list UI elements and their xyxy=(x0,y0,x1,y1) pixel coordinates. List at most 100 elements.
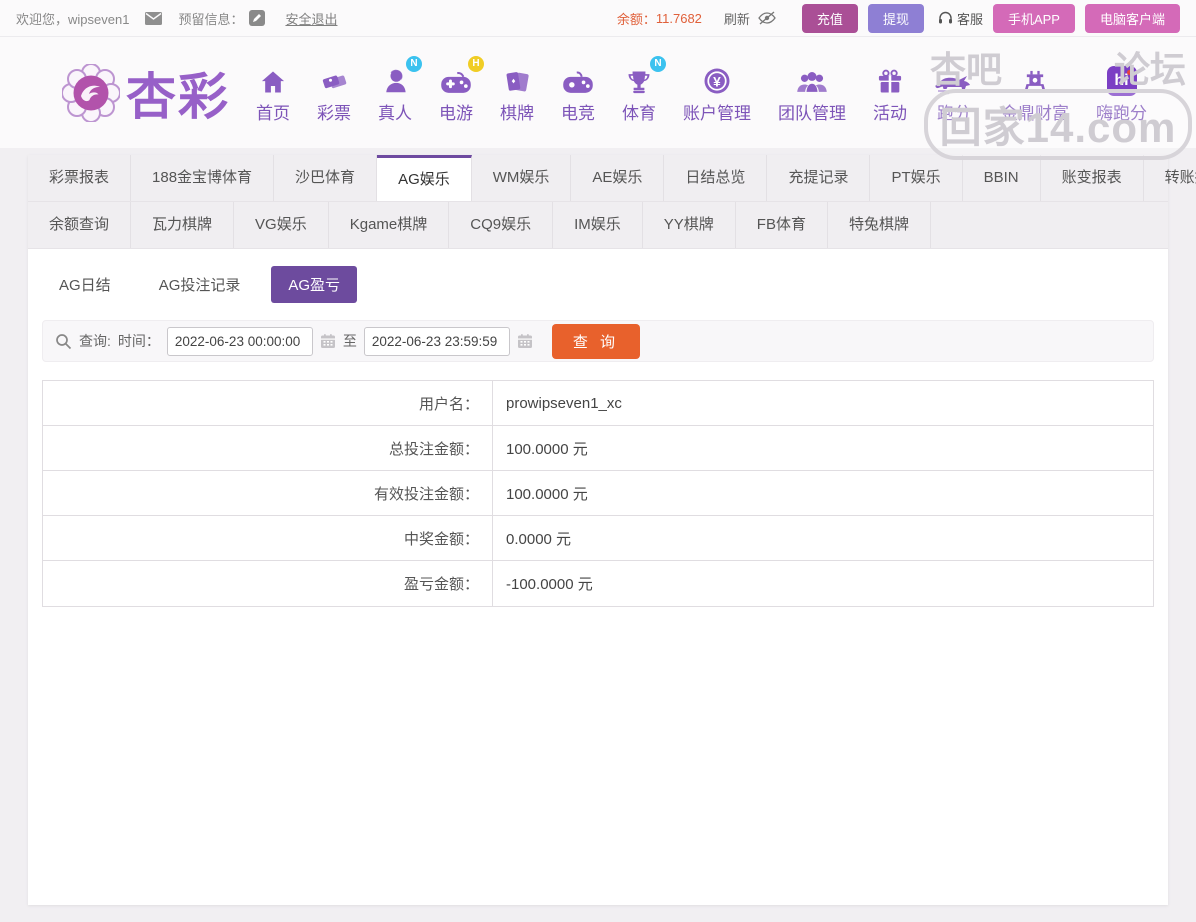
search-icon xyxy=(56,333,72,349)
nav-label: 首页 xyxy=(256,103,290,123)
nav-item-esports[interactable]: 电竞 xyxy=(561,62,595,124)
tab-fb-sports[interactable]: FB体育 xyxy=(736,202,828,248)
nav-item-sports[interactable]: N 体育 xyxy=(622,55,666,124)
main-nav: 首页 彩票 N 真人 H 电游 棋牌 电竞 N 体育 ¥ 账户管理 团队管理 活… xyxy=(256,55,1147,124)
hot-badge: H xyxy=(468,55,484,72)
row-label: 中奖金额： xyxy=(43,516,493,560)
nav-item-home[interactable]: 首页 xyxy=(256,62,290,124)
nav-item-boardgames[interactable]: 棋牌 xyxy=(500,62,534,124)
date-to-input[interactable] xyxy=(363,326,510,356)
edit-message-icon[interactable] xyxy=(249,10,266,26)
nav-label: 金鼎财富 xyxy=(1001,103,1069,123)
home-icon xyxy=(258,62,288,96)
tab-tetu-boardgames[interactable]: 特兔棋牌 xyxy=(828,202,931,248)
nav-item-live[interactable]: N 真人 xyxy=(378,55,422,124)
trophy-icon: N xyxy=(624,55,666,96)
tab-account-change-report[interactable]: 账变报表 xyxy=(1041,155,1144,201)
calendar-icon[interactable] xyxy=(320,333,336,349)
table-row: 总投注金额： 100.0000 元 xyxy=(43,426,1153,471)
tab-lottery-report[interactable]: 彩票报表 xyxy=(28,155,132,201)
tab-ae-entertainment[interactable]: AE娱乐 xyxy=(571,155,665,201)
nav-item-egames[interactable]: H 电游 xyxy=(439,55,484,124)
tab-saba-sports[interactable]: 沙巴体育 xyxy=(274,155,378,201)
row-label: 总投注金额： xyxy=(43,426,493,470)
tab-bbin[interactable]: BBIN xyxy=(963,155,1041,201)
row-value: 100.0000 元 xyxy=(506,440,588,458)
nav-label: 电竞 xyxy=(561,103,595,123)
headset-icon xyxy=(938,11,952,24)
tab-wali-boardgames[interactable]: 瓦力棋牌 xyxy=(131,202,235,248)
top-bar: 欢迎您，wipseven1 预留信息： 安全退出 余额： 11.7682 刷新 … xyxy=(0,0,1196,37)
subtab-ag-daily[interactable]: AG日结 xyxy=(42,266,128,303)
nav-label: 活动 xyxy=(873,103,907,123)
table-row: 用户名： prowipseven1_xc xyxy=(43,381,1153,426)
row-value: prowipseven1_xc xyxy=(506,394,622,412)
nav-item-haipaofen[interactable]: hi 嗨跑分 xyxy=(1096,62,1147,124)
nav-label: 电游 xyxy=(439,103,473,123)
site-header: 杏彩 首页 彩票 N 真人 H 电游 棋牌 电竞 N 体育 ¥ 账户管理 团队管… xyxy=(0,37,1196,160)
tab-ag-entertainment[interactable]: AG娱乐 xyxy=(377,155,472,201)
tab-vg-entertainment[interactable]: VG娱乐 xyxy=(234,202,329,248)
nav-label: 彩票 xyxy=(317,103,351,123)
subtab-ag-profit-loss[interactable]: AG盈亏 xyxy=(271,266,358,303)
tab-transfer-report[interactable]: 转账报表 xyxy=(1144,155,1196,201)
live-person-icon: N xyxy=(380,55,422,96)
row-label: 有效投注金额： xyxy=(43,471,493,515)
tab-188-sports[interactable]: 188金宝博体育 xyxy=(131,155,275,201)
row-value: 100.0000 元 xyxy=(506,485,588,503)
tab-wm-entertainment[interactable]: WM娱乐 xyxy=(472,155,572,201)
yuan-coin-icon: ¥ xyxy=(702,62,732,96)
new-badge: N xyxy=(650,55,666,72)
tab-kgame-boardgames[interactable]: Kgame棋牌 xyxy=(329,202,450,248)
pc-client-button[interactable]: 电脑客户端 xyxy=(1084,3,1180,33)
welcome-text: 欢迎您，wipseven1 xyxy=(16,11,130,27)
to-separator: 至 xyxy=(342,333,357,349)
withdraw-button[interactable]: 提现 xyxy=(867,3,924,33)
new-badge: N xyxy=(406,55,422,72)
balance-label: 余额： xyxy=(616,11,656,27)
nav-item-paofen[interactable]: 跑分 xyxy=(934,62,974,124)
envelope-icon[interactable] xyxy=(145,11,163,25)
nav-label: 跑分 xyxy=(937,103,971,123)
logout-link[interactable]: 安全退出 xyxy=(285,9,337,28)
tab-im-entertainment[interactable]: IM娱乐 xyxy=(553,202,643,248)
row-value: -100.0000 元 xyxy=(506,576,593,593)
tab-balance-query[interactable]: 余额查询 xyxy=(28,202,132,248)
nav-item-jinding[interactable]: 金鼎财富 xyxy=(1001,62,1069,124)
tab-yy-boardgames[interactable]: YY棋牌 xyxy=(643,202,736,248)
mobile-app-button[interactable]: 手机APP xyxy=(992,3,1075,33)
report-tabs-row-2: 余额查询 瓦力棋牌 VG娱乐 Kgame棋牌 CQ9娱乐 IM娱乐 YY棋牌 F… xyxy=(28,202,1168,249)
nav-item-promotions[interactable]: 活动 xyxy=(873,62,907,124)
nav-label: 真人 xyxy=(378,103,412,123)
site-logo[interactable]: 杏彩 xyxy=(62,57,230,129)
hi-icon: hi xyxy=(1106,62,1137,96)
time-label: 时间： xyxy=(117,333,160,349)
tab-daily-summary[interactable]: 日结总览 xyxy=(664,155,768,201)
tab-deposit-withdraw-log[interactable]: 充提记录 xyxy=(767,155,871,201)
query-bar: 查询: 时间： 至 查 询 xyxy=(42,320,1154,362)
nav-item-team[interactable]: 团队管理 xyxy=(778,62,846,124)
slots-gamepad-icon: H xyxy=(440,55,484,96)
rhino-icon xyxy=(934,62,974,96)
date-from-input[interactable] xyxy=(166,326,313,356)
nav-label: 棋牌 xyxy=(500,103,534,123)
tab-cq9-entertainment[interactable]: CQ9娱乐 xyxy=(449,202,554,248)
tab-pt-entertainment[interactable]: PT娱乐 xyxy=(870,155,963,201)
nav-item-lottery[interactable]: 彩票 xyxy=(317,62,351,124)
esports-gamepad-icon xyxy=(562,62,594,96)
calendar-icon[interactable] xyxy=(517,333,533,349)
query-submit-button[interactable]: 查 询 xyxy=(551,323,641,359)
refresh-balance-button[interactable]: 刷新 xyxy=(724,9,750,28)
customer-service-link[interactable]: 客服 xyxy=(938,9,983,28)
recharge-button[interactable]: 充值 xyxy=(801,3,858,33)
hide-balance-eye-icon[interactable] xyxy=(758,11,776,25)
ding-icon xyxy=(1020,62,1050,96)
gift-icon xyxy=(875,62,905,96)
service-label: 客服 xyxy=(956,11,983,27)
profit-loss-table: 用户名： prowipseven1_xc 总投注金额： 100.0000 元 有… xyxy=(42,380,1154,607)
subtab-ag-bet-records[interactable]: AG投注记录 xyxy=(142,266,258,303)
ag-subtabs: AG日结 AG投注记录 AG盈亏 xyxy=(28,249,1168,316)
table-row: 有效投注金额： 100.0000 元 xyxy=(43,471,1153,516)
nav-label: 账户管理 xyxy=(683,103,751,123)
nav-item-account[interactable]: ¥ 账户管理 xyxy=(683,62,751,124)
